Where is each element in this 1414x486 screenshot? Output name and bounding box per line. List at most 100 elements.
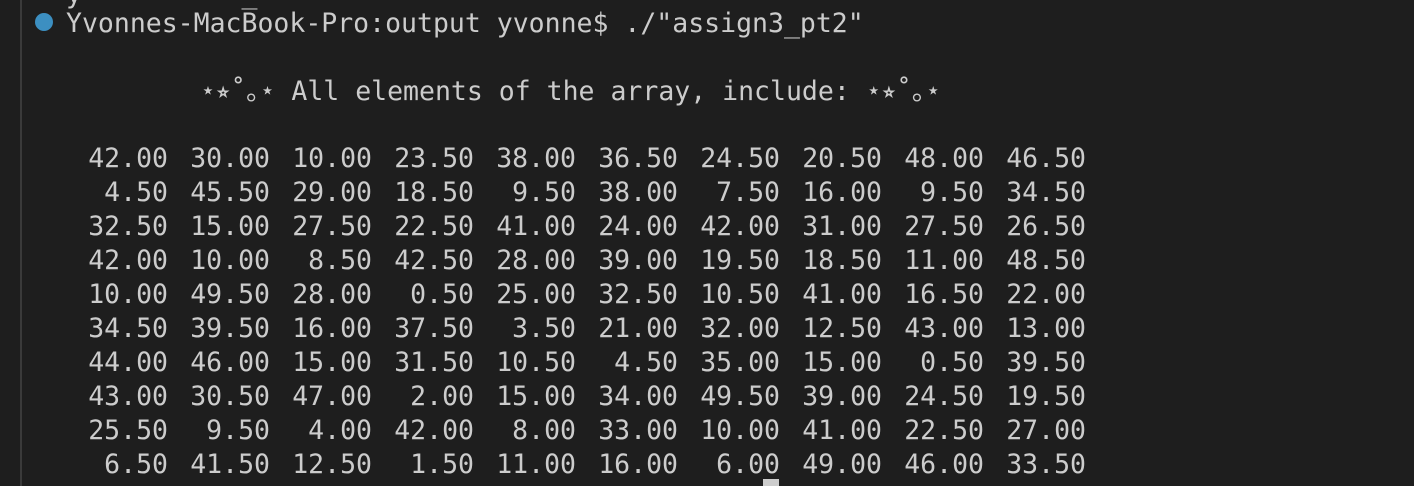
array-cell: 35.00 bbox=[700, 347, 780, 378]
array-cell: 33.50 bbox=[1006, 449, 1086, 480]
array-cell: 4.50 bbox=[614, 347, 678, 378]
array-cell: 46.50 bbox=[1006, 143, 1086, 174]
terminal-panel[interactable]: y _ Yvonnes-MacBook-Pro:output yvonne$ .… bbox=[0, 0, 1414, 486]
array-cell: 25.00 bbox=[496, 279, 576, 310]
array-cell: 9.50 bbox=[512, 177, 576, 208]
array-row: 6.50 41.50 12.50 1.50 11.00 16.00 6.00 49.00 46.… bbox=[66, 448, 1086, 482]
array-cell: 12.50 bbox=[802, 313, 882, 344]
array-cell: 16.00 bbox=[598, 449, 678, 480]
array-row: 34.50 39.50 16.00 37.50 3.50 21.00 32.00 12.50 4… bbox=[66, 312, 1086, 346]
array-cell: 39.50 bbox=[190, 313, 270, 344]
array-cell: 32.00 bbox=[700, 313, 780, 344]
array-cell: 44.00 bbox=[88, 347, 168, 378]
array-cell: 18.50 bbox=[802, 245, 882, 276]
array-cell: 41.50 bbox=[190, 449, 270, 480]
array-cell: 42.00 bbox=[700, 211, 780, 242]
array-cell: 48.50 bbox=[1006, 245, 1086, 276]
array-cell: 31.00 bbox=[802, 211, 882, 242]
array-cell: 2.00 bbox=[410, 381, 474, 412]
array-cell: 28.00 bbox=[496, 245, 576, 276]
array-cell: 47.00 bbox=[292, 381, 372, 412]
array-cell: 29.00 bbox=[292, 177, 372, 208]
array-output-grid: 42.00 30.00 10.00 23.50 38.00 36.50 24.50 20.50… bbox=[66, 142, 1086, 482]
array-cell: 30.50 bbox=[190, 381, 270, 412]
array-cell: 42.50 bbox=[394, 245, 474, 276]
array-cell: 0.50 bbox=[920, 347, 984, 378]
array-cell: 12.50 bbox=[292, 449, 372, 480]
array-cell: 30.00 bbox=[190, 143, 270, 174]
array-cell: 42.00 bbox=[88, 143, 168, 174]
array-cell: 19.50 bbox=[700, 245, 780, 276]
array-row: 32.50 15.00 27.50 22.50 41.00 24.00 42.00 31.00… bbox=[66, 210, 1086, 244]
array-cell: 31.50 bbox=[394, 347, 474, 378]
array-cell: 41.00 bbox=[802, 415, 882, 446]
array-cell: 11.00 bbox=[904, 245, 984, 276]
array-cell: 38.00 bbox=[496, 143, 576, 174]
array-cell: 4.00 bbox=[308, 415, 372, 446]
array-cell: 10.00 bbox=[700, 415, 780, 446]
array-cell: 43.00 bbox=[88, 381, 168, 412]
shell-prompt: Yvonnes-MacBook-Pro:output yvonne$ ./"as… bbox=[66, 8, 864, 39]
array-cell: 11.00 bbox=[496, 449, 576, 480]
array-cell: 41.00 bbox=[496, 211, 576, 242]
array-cell: 15.00 bbox=[496, 381, 576, 412]
array-cell: 25.50 bbox=[88, 415, 168, 446]
array-cell: 3.50 bbox=[512, 313, 576, 344]
array-cell: 34.50 bbox=[88, 313, 168, 344]
array-cell: 4.50 bbox=[104, 177, 168, 208]
array-cell: 10.00 bbox=[190, 245, 270, 276]
array-cell: 8.00 bbox=[512, 415, 576, 446]
array-row: 44.00 46.00 15.00 31.50 10.50 4.50 35.00 15.00 0… bbox=[66, 346, 1086, 380]
array-cell: 21.00 bbox=[598, 313, 678, 344]
array-row: 43.00 30.50 47.00 2.00 15.00 34.00 49.50 39.00 2… bbox=[66, 380, 1086, 414]
array-cell: 19.50 bbox=[1006, 381, 1086, 412]
array-cell: 45.50 bbox=[190, 177, 270, 208]
array-cell: 10.50 bbox=[496, 347, 576, 378]
array-cell: 49.00 bbox=[802, 449, 882, 480]
array-cell: 42.00 bbox=[88, 245, 168, 276]
array-cell: 22.50 bbox=[394, 211, 474, 242]
array-cell: 24.50 bbox=[700, 143, 780, 174]
array-cell: 39.50 bbox=[1006, 347, 1086, 378]
array-cell: 24.00 bbox=[598, 211, 678, 242]
terminal-gutter bbox=[20, 0, 22, 486]
array-cell: 42.00 bbox=[394, 415, 474, 446]
array-row: 25.50 9.50 4.00 42.00 8.00 33.00 10.00 41.00 22.… bbox=[66, 414, 1086, 448]
array-cell: 34.00 bbox=[598, 381, 678, 412]
array-cell: 18.50 bbox=[394, 177, 474, 208]
array-cell: 34.50 bbox=[1006, 177, 1086, 208]
array-cell: 46.00 bbox=[190, 347, 270, 378]
array-cell: 48.00 bbox=[904, 143, 984, 174]
array-cell: 49.50 bbox=[700, 381, 780, 412]
array-cell: 22.00 bbox=[1006, 279, 1086, 310]
text-cursor bbox=[763, 479, 779, 486]
array-cell: 28.00 bbox=[292, 279, 372, 310]
array-row: 42.00 10.00 8.50 42.50 28.00 39.00 19.50 18.50 1… bbox=[66, 244, 1086, 278]
array-cell: 10.00 bbox=[88, 279, 168, 310]
array-cell: 43.00 bbox=[904, 313, 984, 344]
array-cell: 33.00 bbox=[598, 415, 678, 446]
array-cell: 13.00 bbox=[1006, 313, 1086, 344]
array-cell: 24.50 bbox=[904, 381, 984, 412]
command-status-icon[interactable] bbox=[35, 13, 53, 31]
array-cell: 27.50 bbox=[292, 211, 372, 242]
array-cell: 32.50 bbox=[598, 279, 678, 310]
array-cell: 39.00 bbox=[802, 381, 882, 412]
array-cell: 16.00 bbox=[802, 177, 882, 208]
array-row: 42.00 30.00 10.00 23.50 38.00 36.50 24.50 20.50… bbox=[66, 142, 1086, 176]
array-cell: 15.00 bbox=[190, 211, 270, 242]
array-cell: 37.50 bbox=[394, 313, 474, 344]
array-cell: 23.50 bbox=[394, 143, 474, 174]
array-cell: 0.50 bbox=[410, 279, 474, 310]
array-cell: 10.50 bbox=[700, 279, 780, 310]
array-cell: 49.50 bbox=[190, 279, 270, 310]
array-cell: 15.00 bbox=[802, 347, 882, 378]
array-cell: 6.00 bbox=[716, 449, 780, 480]
output-heading: ⋆⭒˚｡⋆ All elements of the array, include… bbox=[200, 76, 942, 107]
array-cell: 9.50 bbox=[206, 415, 270, 446]
array-cell: 16.50 bbox=[904, 279, 984, 310]
array-row: 4.50 45.50 29.00 18.50 9.50 38.00 7.50 16.00 9.5… bbox=[66, 176, 1086, 210]
array-cell: 9.50 bbox=[920, 177, 984, 208]
array-cell: 39.00 bbox=[598, 245, 678, 276]
array-cell: 8.50 bbox=[308, 245, 372, 276]
